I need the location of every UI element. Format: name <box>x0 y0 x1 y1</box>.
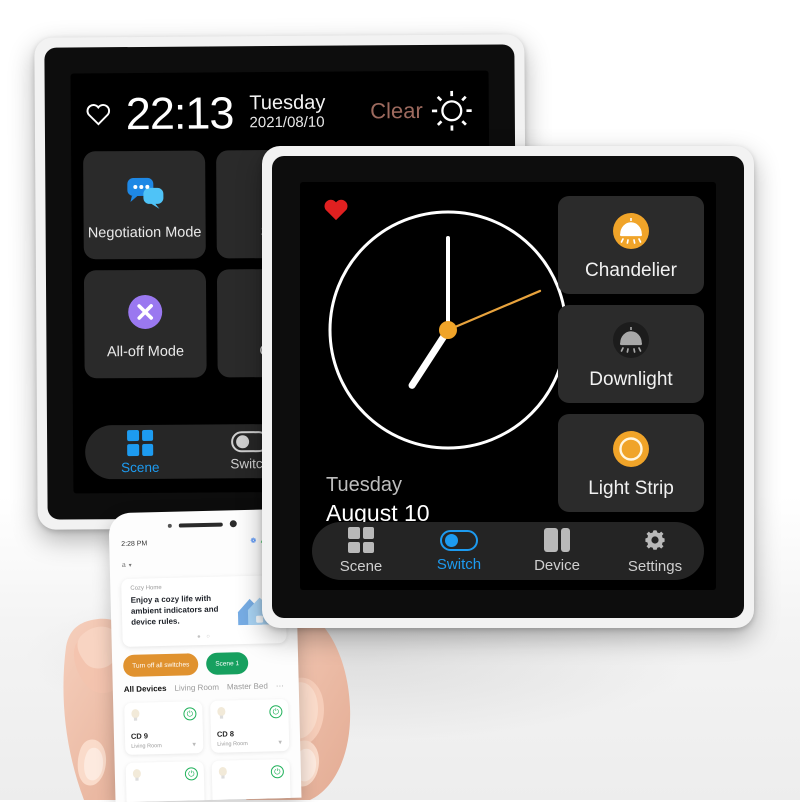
device-card-chandelier[interactable]: Chandelier <box>558 196 704 294</box>
phone-device-grid: ⏻ CD 9 Living Room ▼ ⏻ CD 8 Living Room … <box>124 699 291 802</box>
nav-item-settings[interactable]: Settings <box>611 527 699 575</box>
back-panel-datecol: Tuesday 2021/08/10 <box>249 92 325 132</box>
phone-device-card[interactable]: ⏻ <box>212 759 291 802</box>
promo-title: Cozy Home <box>130 582 276 592</box>
gear-icon <box>642 527 668 553</box>
nav-item-device[interactable]: Device <box>513 528 601 574</box>
device-room: Living Room <box>217 741 248 748</box>
sun-icon <box>429 88 475 134</box>
phone-status-bar: 2:28 PM ❁ ▲ <box>121 536 283 548</box>
front-camera-icon <box>229 520 236 527</box>
nav-item-scene[interactable]: Scene <box>85 429 195 475</box>
front-panel-navbar: Scene Switch Device <box>312 522 704 580</box>
power-toggle-icon[interactable]: ⏻ <box>271 765 284 778</box>
downlight-icon <box>609 318 653 362</box>
bulb-icon <box>132 769 142 782</box>
clock-hub <box>439 321 457 339</box>
grid-icon <box>127 429 153 455</box>
power-toggle-icon[interactable]: ⏻ <box>269 705 282 718</box>
bulb-icon <box>130 709 140 722</box>
panel-front-screen[interactable]: Tuesday August 10 <box>300 182 716 590</box>
chevron-down-icon[interactable]: ▼ <box>191 742 197 748</box>
back-panel-header: 22:13 Tuesday 2021/08/10 Clear <box>85 79 479 146</box>
device-card-downlight[interactable]: Downlight <box>558 305 704 403</box>
device-label: Chandelier <box>585 260 677 282</box>
smart-panel-front[interactable]: Tuesday August 10 <box>262 146 754 628</box>
back-panel-weather: Clear <box>370 88 479 135</box>
clock-hour-hand <box>412 330 448 385</box>
tab-all-devices[interactable]: All Devices <box>124 684 167 694</box>
toggle-icon <box>440 530 478 551</box>
front-panel-device-list: Chandelier <box>558 196 704 512</box>
power-toggle-icon[interactable]: ⏻ <box>183 707 196 720</box>
phone-device-card[interactable]: ⏻ CD 8 Living Room ▼ <box>210 699 289 753</box>
back-panel-date: 2021/08/10 <box>249 114 325 131</box>
scene-card-negotiation[interactable]: Negotiation Mode <box>83 151 206 260</box>
earpiece-speaker <box>178 522 222 527</box>
quick-action-turn-off[interactable]: Turn off all switches <box>123 653 199 677</box>
clock-second-hand <box>448 291 540 330</box>
device-name: CD 8 <box>217 729 234 738</box>
back-panel-weekday: Tuesday <box>249 92 325 115</box>
chevron-down-icon[interactable]: ▼ <box>128 562 133 568</box>
close-circle-icon <box>122 288 168 334</box>
back-panel-time: 22:13 <box>126 90 234 136</box>
nav-label-switch: Switch <box>437 556 481 573</box>
tab-more[interactable]: ··· <box>276 681 284 690</box>
bulb-icon <box>218 766 228 779</box>
nav-label-device: Device <box>534 557 580 574</box>
scene-background: 22:13 Tuesday 2021/08/10 Clear <box>0 0 800 800</box>
nav-label-scene: Scene <box>121 459 159 474</box>
phone-room-tabs: All Devices Living Room Master Bed ··· <box>124 681 291 694</box>
promo-body: Enjoy a cozy life with ambient indicator… <box>131 593 227 628</box>
sensor-dot <box>167 523 171 527</box>
nav-item-switch[interactable]: Switch <box>415 530 503 573</box>
phone-device-card[interactable]: ⏻ <box>126 761 205 802</box>
weather-label: Clear <box>370 98 423 124</box>
scene-label: Negotiation Mode <box>88 224 202 241</box>
analog-clock <box>314 196 582 464</box>
status-time: 2:28 PM <box>121 540 147 548</box>
scene-label: All-off Mode <box>107 343 184 360</box>
heart-outline-icon[interactable] <box>85 101 112 126</box>
quick-actions: Turn off all switches Scene 1 <box>123 651 287 677</box>
quick-action-scene-1[interactable]: Scene 1 <box>206 652 248 675</box>
bluetooth-icon: ❁ <box>250 537 256 545</box>
home-selector[interactable]: a <box>122 562 126 569</box>
scene-card-all-off[interactable]: All-off Mode <box>84 270 207 379</box>
front-panel-weekday: Tuesday <box>326 474 402 497</box>
chat-bubbles-icon <box>121 169 167 215</box>
phone-device-card[interactable]: ⏻ CD 9 Living Room ▼ <box>124 701 203 755</box>
tab-living-room[interactable]: Living Room <box>174 683 219 693</box>
device-card-light-strip[interactable]: Light Strip <box>558 414 704 512</box>
device-label: Downlight <box>589 369 672 391</box>
panel-front-bezel: Tuesday August 10 <box>272 156 744 618</box>
grid-icon <box>348 527 374 553</box>
carousel-dots[interactable]: ● ○ <box>122 632 286 642</box>
nav-item-scene[interactable]: Scene <box>317 527 405 575</box>
device-icon <box>544 528 570 552</box>
power-toggle-icon[interactable]: ⏻ <box>185 767 198 780</box>
pendant-lamp-icon <box>609 209 653 253</box>
bulb-icon <box>216 706 226 719</box>
nav-label-scene: Scene <box>340 558 383 575</box>
tab-master-bed[interactable]: Master Bed <box>227 681 268 691</box>
nav-label-settings: Settings <box>628 558 682 575</box>
chevron-down-icon[interactable]: ▼ <box>277 740 283 746</box>
device-name: CD 9 <box>131 731 148 740</box>
device-room: Living Room <box>131 743 162 750</box>
ring-light-icon <box>609 427 653 471</box>
device-label: Light Strip <box>588 478 674 500</box>
